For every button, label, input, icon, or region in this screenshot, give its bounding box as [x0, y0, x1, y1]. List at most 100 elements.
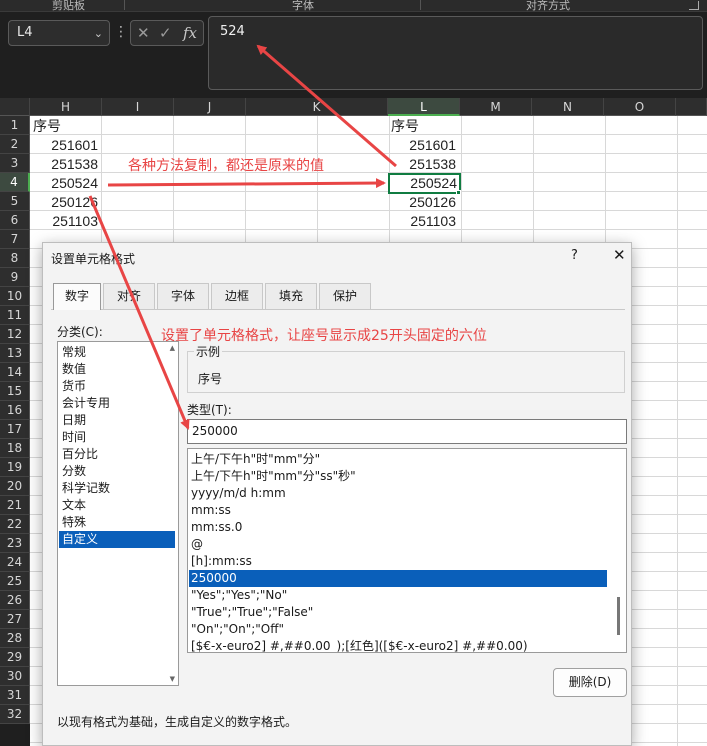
row-header[interactable]: 10 — [0, 287, 30, 306]
category-item[interactable]: 分数 — [59, 463, 175, 480]
format-code-list[interactable]: 上午/下午h"时"mm"分" 上午/下午h"时"mm"分"ss"秒" yyyy/… — [187, 448, 627, 653]
row-header[interactable]: 27 — [0, 610, 30, 629]
row-header[interactable]: 32 — [0, 705, 30, 724]
tab-font[interactable]: 字体 — [157, 283, 209, 309]
category-item[interactable]: 百分比 — [59, 446, 175, 463]
row-header[interactable]: 14 — [0, 363, 30, 382]
category-item[interactable]: 会计专用 — [59, 395, 175, 412]
category-list[interactable]: 常规 数值 货币 会计专用 日期 时间 百分比 分数 科学记数 文本 特殊 自定… — [57, 341, 179, 686]
cell-h5[interactable]: 250126 — [31, 193, 102, 212]
cell-h2[interactable]: 251601 — [31, 136, 102, 155]
category-item[interactable]: 时间 — [59, 429, 175, 446]
format-item[interactable]: [$€-x-euro2] #,##0.00_);[红色]([$€-x-euro2… — [189, 638, 607, 652]
row-header[interactable]: 20 — [0, 477, 30, 496]
chevron-down-icon[interactable]: ⌄ — [94, 27, 103, 40]
row-header[interactable]: 1 — [0, 116, 30, 135]
row-header[interactable]: 30 — [0, 667, 30, 686]
cell-h3[interactable]: 251538 — [31, 155, 102, 174]
row-header[interactable]: 26 — [0, 591, 30, 610]
column-header-l[interactable]: L — [388, 98, 460, 116]
enter-check-icon[interactable]: ✓ — [159, 24, 172, 42]
column-header-m[interactable]: M — [460, 98, 532, 116]
cell-h6[interactable]: 251103 — [31, 212, 102, 231]
cell-l2[interactable]: 251601 — [389, 136, 460, 155]
format-item[interactable]: "On";"On";"Off" — [189, 621, 607, 638]
row-header[interactable]: 25 — [0, 572, 30, 591]
category-item[interactable]: 科学记数 — [59, 480, 175, 497]
row-header[interactable]: 28 — [0, 629, 30, 648]
tab-protection[interactable]: 保护 — [319, 283, 371, 309]
format-item[interactable]: 上午/下午h"时"mm"分"ss"秒" — [189, 468, 607, 485]
type-input[interactable]: 250000 — [187, 419, 627, 444]
row-header[interactable]: 4 — [0, 173, 30, 192]
formula-input[interactable]: 524 — [208, 16, 703, 90]
column-header-j[interactable]: J — [174, 98, 246, 116]
row-header[interactable]: 7 — [0, 230, 30, 249]
category-item[interactable]: 常规 — [59, 344, 175, 361]
row-header[interactable]: 29 — [0, 648, 30, 667]
cell-l3[interactable]: 251538 — [389, 155, 460, 174]
select-all-corner[interactable] — [0, 98, 30, 116]
column-header-o[interactable]: O — [604, 98, 676, 116]
tab-border[interactable]: 边框 — [211, 283, 263, 309]
row-header[interactable]: 5 — [0, 192, 30, 211]
tab-alignment[interactable]: 对齐 — [103, 283, 155, 309]
cell-h1[interactable]: 序号 — [31, 117, 102, 136]
delete-button[interactable]: 删除(D) — [553, 668, 627, 697]
format-item[interactable]: @ — [189, 536, 607, 553]
name-box[interactable]: L4 ⌄ — [8, 20, 110, 46]
row-header[interactable]: 31 — [0, 686, 30, 705]
column-header-h[interactable]: H — [30, 98, 102, 116]
row-header[interactable]: 21 — [0, 496, 30, 515]
format-list-scrollbar[interactable] — [617, 597, 620, 635]
category-item[interactable]: 货币 — [59, 378, 175, 395]
scroll-up-icon[interactable]: ▲ — [170, 344, 175, 352]
format-item[interactable]: mm:ss — [189, 502, 607, 519]
insert-function-icon[interactable]: fx — [183, 24, 197, 42]
format-item[interactable]: mm:ss.0 — [189, 519, 607, 536]
cell-l6[interactable]: 251103 — [389, 212, 460, 231]
format-item[interactable]: "Yes";"Yes";"No" — [189, 587, 607, 604]
format-item[interactable]: "True";"True";"False" — [189, 604, 607, 621]
row-header[interactable]: 13 — [0, 344, 30, 363]
cancel-icon[interactable]: ✕ — [137, 24, 150, 42]
format-item[interactable]: yyyy/m/d h:mm — [189, 485, 607, 502]
help-icon[interactable]: ? — [571, 248, 578, 263]
row-header[interactable]: 8 — [0, 249, 30, 268]
category-item[interactable]: 数值 — [59, 361, 175, 378]
scroll-down-icon[interactable]: ▼ — [170, 675, 175, 683]
close-icon[interactable]: ✕ — [613, 246, 626, 264]
format-item[interactable]: [h]:mm:ss — [189, 553, 607, 570]
row-header[interactable]: 18 — [0, 439, 30, 458]
row-header[interactable]: 12 — [0, 325, 30, 344]
format-item-selected[interactable]: 250000 — [189, 570, 607, 587]
category-item[interactable]: 特殊 — [59, 514, 175, 531]
column-header-next[interactable] — [676, 98, 707, 116]
row-header[interactable]: 11 — [0, 306, 30, 325]
row-header[interactable]: 24 — [0, 553, 30, 572]
row-header[interactable]: 19 — [0, 458, 30, 477]
row-header[interactable]: 17 — [0, 420, 30, 439]
column-header-i[interactable]: I — [102, 98, 174, 116]
column-header-k[interactable]: K — [246, 98, 388, 116]
category-item-selected[interactable]: 自定义 — [59, 531, 175, 548]
row-header[interactable]: 15 — [0, 382, 30, 401]
column-header-n[interactable]: N — [532, 98, 604, 116]
cell-l4-active[interactable]: 250524 — [388, 173, 461, 194]
cell-l5[interactable]: 250126 — [389, 193, 460, 212]
row-header[interactable]: 3 — [0, 154, 30, 173]
cell-h4[interactable]: 250524 — [31, 174, 102, 193]
row-header[interactable]: 23 — [0, 534, 30, 553]
ribbon-expander-icon[interactable] — [689, 1, 699, 10]
row-header[interactable]: 22 — [0, 515, 30, 534]
category-item[interactable]: 日期 — [59, 412, 175, 429]
row-header[interactable]: 9 — [0, 268, 30, 287]
tab-fill[interactable]: 填充 — [265, 283, 317, 309]
cell-l1[interactable]: 序号 — [389, 117, 460, 136]
row-header[interactable]: 6 — [0, 211, 30, 230]
tab-number[interactable]: 数字 — [53, 283, 101, 310]
row-header[interactable]: 2 — [0, 135, 30, 154]
category-item[interactable]: 文本 — [59, 497, 175, 514]
more-options-icon[interactable]: ⋮ — [114, 24, 128, 40]
format-item[interactable]: 上午/下午h"时"mm"分" — [189, 451, 607, 468]
